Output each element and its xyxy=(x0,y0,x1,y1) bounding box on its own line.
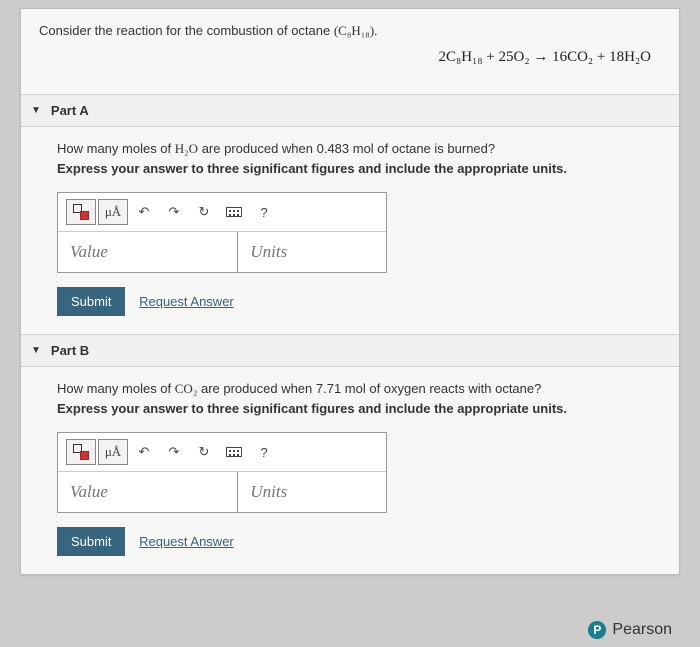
pearson-label: Pearson xyxy=(612,621,672,639)
part-b-value-input[interactable] xyxy=(58,472,238,512)
part-b-inputs xyxy=(58,472,386,512)
question-card: Consider the reaction for the combustion… xyxy=(20,8,680,575)
pearson-brand: P Pearson xyxy=(588,621,672,639)
template-icon[interactable] xyxy=(66,439,96,465)
part-b-body: How many moles of CO₂ are produced when … xyxy=(21,367,679,574)
intro-formula: (C₈H₁₈). xyxy=(334,23,378,38)
part-a-actions: Submit Request Answer xyxy=(57,287,649,316)
part-a-answerbox: μÅ ↶ ↷ ↻ ? xyxy=(57,192,387,273)
part-a-request-answer-link[interactable]: Request Answer xyxy=(139,294,234,309)
reset-icon[interactable]: ↻ xyxy=(190,200,218,224)
part-a-inputs xyxy=(58,232,386,272)
part-b-title: Part B xyxy=(51,343,89,358)
part-a-value-input[interactable] xyxy=(58,232,238,272)
part-a-submit-button[interactable]: Submit xyxy=(57,287,125,316)
part-b-answerbox: μÅ ↶ ↷ ↻ ? xyxy=(57,432,387,513)
intro-text: Consider the reaction for the combustion… xyxy=(39,23,661,39)
part-b-header[interactable]: ▼ Part B xyxy=(21,334,679,367)
keyboard-icon[interactable] xyxy=(220,200,248,224)
part-a-question: How many moles of H₂O are produced when … xyxy=(57,141,649,157)
part-b-question: How many moles of CO₂ are produced when … xyxy=(57,381,649,397)
part-a-body: How many moles of H₂O are produced when … xyxy=(21,127,679,334)
undo-icon[interactable]: ↶ xyxy=(130,440,158,464)
undo-icon[interactable]: ↶ xyxy=(130,200,158,224)
help-icon[interactable]: ? xyxy=(250,200,278,224)
intro-text-before: Consider the reaction for the combustion… xyxy=(39,23,334,38)
caret-down-icon: ▼ xyxy=(31,345,41,356)
caret-down-icon: ▼ xyxy=(31,105,41,116)
keyboard-icon[interactable] xyxy=(220,440,248,464)
part-b-actions: Submit Request Answer xyxy=(57,527,649,556)
pearson-logo-icon: P xyxy=(588,621,606,639)
reset-icon[interactable]: ↻ xyxy=(190,440,218,464)
part-b-instruction: Express your answer to three significant… xyxy=(57,401,649,416)
redo-icon[interactable]: ↷ xyxy=(160,440,188,464)
part-a-instruction: Express your answer to three significant… xyxy=(57,161,649,176)
redo-icon[interactable]: ↷ xyxy=(160,200,188,224)
units-symbol-button[interactable]: μÅ xyxy=(98,199,128,225)
part-a-units-input[interactable] xyxy=(238,232,386,272)
template-icon[interactable] xyxy=(66,199,96,225)
part-a-header[interactable]: ▼ Part A xyxy=(21,94,679,127)
part-b-submit-button[interactable]: Submit xyxy=(57,527,125,556)
part-b-toolbar: μÅ ↶ ↷ ↻ ? xyxy=(58,433,386,472)
part-b-request-answer-link[interactable]: Request Answer xyxy=(139,534,234,549)
reaction-equation: 2C₈H₁₈ + 25O₂ → 16CO₂ + 18H₂O xyxy=(39,49,661,66)
intro-block: Consider the reaction for the combustion… xyxy=(21,9,679,94)
units-symbol-button[interactable]: μÅ xyxy=(98,439,128,465)
part-b-units-input[interactable] xyxy=(238,472,386,512)
part-a-toolbar: μÅ ↶ ↷ ↻ ? xyxy=(58,193,386,232)
help-icon[interactable]: ? xyxy=(250,440,278,464)
part-a-title: Part A xyxy=(51,103,89,118)
